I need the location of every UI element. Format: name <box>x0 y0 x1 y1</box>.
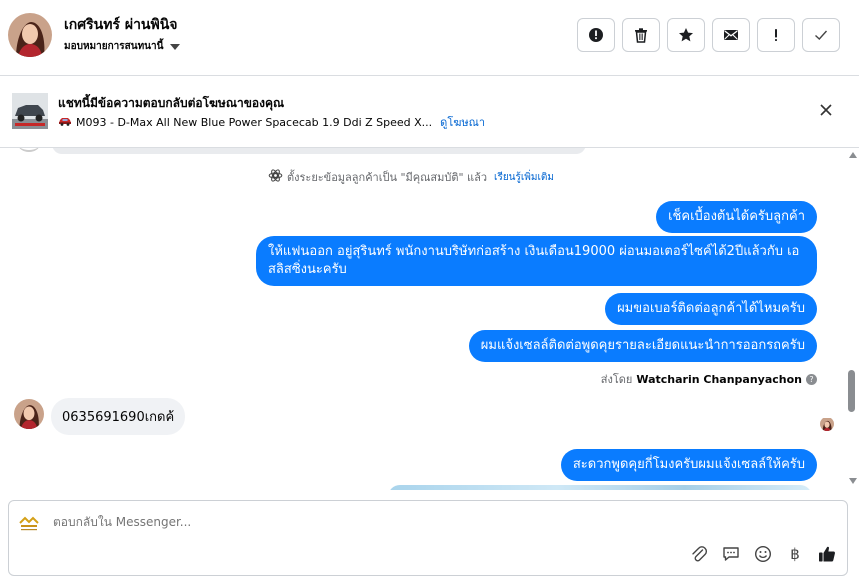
like-button[interactable] <box>817 544 837 564</box>
composer-tools: ฿ <box>689 544 837 564</box>
incoming-message[interactable]: 0635691690เกดค้ <box>51 398 186 435</box>
ad-name: M093 - D-Max All New Blue Power Spacecab… <box>76 115 433 129</box>
paperclip-icon <box>692 546 708 562</box>
trash-icon <box>635 28 647 43</box>
system-note-text: ตั้งระยะข้อมูลลูกค้าเป็น "มีคุณสมบัติ" แ… <box>287 171 488 184</box>
mark-unread-button[interactable] <box>712 18 750 52</box>
sent-by-row: ส่งโดย Watcharin Chanpanyachon ? <box>601 370 817 388</box>
ad-info-row: M093 - D-Max All New Blue Power Spacecab… <box>58 113 485 131</box>
ad-thumbnail[interactable] <box>12 93 48 129</box>
outgoing-message[interactable]: ผมขอเบอร์ติดต่อลูกค้าได้ไหมครับ <box>605 293 817 325</box>
sent-by-label: ส่งโดย <box>600 373 633 386</box>
ad-reply-banner: แชทนี้มีข้อความตอบกลับต่อโฆษณาของคุณ M09… <box>0 76 859 148</box>
message-thread[interactable]: ตั้งระยะข้อมูลลูกค้าเป็น "มีคุณสมบัติ" แ… <box>0 148 845 490</box>
follow-up-button[interactable] <box>757 18 795 52</box>
exclamation-icon <box>775 29 777 41</box>
star-icon <box>679 28 693 42</box>
conversation-header: เกศรินทร์ ผ่านพินิจ มอบหมายการสนทนานี้ <box>0 0 859 76</box>
payment-button[interactable]: ฿ <box>785 544 805 564</box>
thumbs-up-icon <box>819 546 835 562</box>
reply-input[interactable] <box>53 515 653 529</box>
car-icon <box>58 116 72 129</box>
outgoing-message[interactable]: ผมแจ้งเซลล์ติดต่อพูดคุยรายละเอียดแนะนำกา… <box>468 330 817 362</box>
header-actions <box>577 18 840 52</box>
saved-replies-icon <box>723 547 739 561</box>
view-ad-link[interactable]: ดูโฆษณา <box>440 113 485 131</box>
scroll-up-arrow-icon[interactable] <box>849 152 857 158</box>
outgoing-message[interactable]: สะดวกพูดคุยกี่โมงครับผมแจ้งเซลล์ให้ครับ <box>560 449 817 481</box>
assign-conversation-dropdown[interactable]: มอบหมายการสนทนานี้ <box>64 39 181 54</box>
star-button[interactable] <box>667 18 705 52</box>
checkmark-icon <box>815 30 828 40</box>
contact-avatar[interactable] <box>8 13 52 57</box>
learn-more-link[interactable]: เรียนรู้เพิ่มเติม <box>494 170 554 185</box>
assign-label: มอบหมายการสนทนานี้ <box>64 41 164 52</box>
mark-spam-button[interactable] <box>577 18 615 52</box>
contact-avatar-small[interactable] <box>14 399 44 429</box>
envelope-icon <box>724 30 738 40</box>
outgoing-message[interactable]: เช็คเบื้องต้นได้ครับลูกค้า <box>656 201 817 233</box>
scroll-down-arrow-icon[interactable] <box>849 478 857 484</box>
caret-down-icon <box>170 43 181 50</box>
ad-banner-title: แชทนี้มีข้อความตอบกลับต่อโฆษณาของคุณ <box>58 96 285 110</box>
previous-avatar-edge <box>18 148 40 152</box>
image-attachment-preview[interactable] <box>388 485 812 490</box>
close-icon <box>820 104 832 116</box>
page-logo <box>18 512 40 534</box>
system-note: ตั้งระยะข้อมูลลูกค้าเป็น "มีคุณสมบัติ" แ… <box>268 168 554 186</box>
sender-name: Watcharin Chanpanyachon <box>636 372 802 386</box>
saved-replies-button[interactable] <box>721 544 741 564</box>
close-banner-button[interactable] <box>816 100 836 120</box>
baht-icon: ฿ <box>790 545 800 563</box>
emoji-button[interactable] <box>753 544 773 564</box>
help-icon[interactable]: ? <box>806 373 817 385</box>
alert-circle-icon <box>589 28 603 42</box>
mark-done-button[interactable] <box>802 18 840 52</box>
previous-message-bubble <box>52 148 586 154</box>
outgoing-message[interactable]: ให้แฟนออก อยู่สุรินทร์ พนักงานบริษัทก่อส… <box>256 236 817 286</box>
scroll-thumb[interactable] <box>848 370 855 412</box>
contact-name[interactable]: เกศรินทร์ ผ่านพินิจ <box>64 14 178 36</box>
lead-stage-icon <box>268 168 283 186</box>
thread-scrollbar[interactable] <box>845 148 859 490</box>
delete-button[interactable] <box>622 18 660 52</box>
attach-button[interactable] <box>689 544 709 564</box>
seen-indicator-avatar <box>820 417 834 431</box>
emoji-icon <box>754 545 772 563</box>
reply-composer: ฿ <box>8 500 848 576</box>
